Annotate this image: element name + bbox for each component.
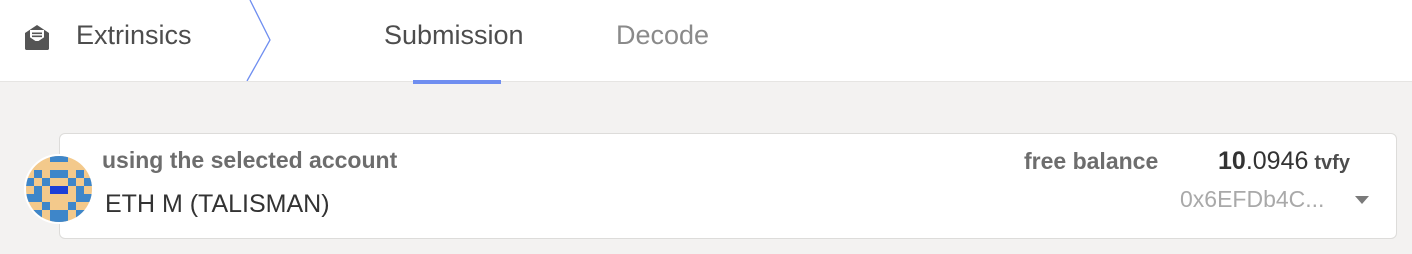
account-address: 0x6EFDb4C... (1180, 186, 1325, 212)
account-label: using the selected account (102, 147, 398, 173)
balance-unit: tvfy (1314, 152, 1350, 174)
tab-decode[interactable]: Decode (616, 20, 709, 51)
top-navigation-bar: Extrinsics Submission Decode (0, 0, 1412, 84)
section-label: Extrinsics (76, 20, 192, 50)
identicon-icon (26, 156, 92, 222)
balance-fraction: .0946 (1245, 147, 1309, 175)
account-name: ETH M (TALISMAN) (105, 190, 330, 218)
caret-down-icon[interactable] (1355, 196, 1369, 204)
free-balance-value: 10.0946 tvfy (1218, 147, 1350, 176)
section-extrinsics[interactable]: Extrinsics (0, 0, 272, 81)
balance-integer: 10 (1218, 147, 1246, 175)
tab-submission[interactable]: Submission (384, 20, 524, 51)
active-tab-indicator (413, 80, 501, 84)
account-avatar (24, 154, 94, 224)
breadcrumb-separator-icon (246, 0, 271, 81)
envelope-icon (25, 25, 49, 50)
free-balance-label: free balance (1024, 148, 1159, 174)
